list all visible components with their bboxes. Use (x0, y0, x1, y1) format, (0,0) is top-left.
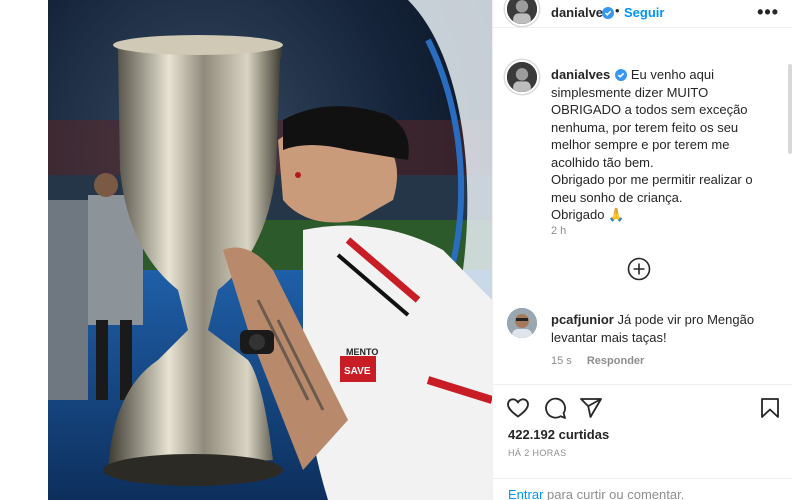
post-photo[interactable]: MENTO SAVE (48, 0, 492, 500)
follow-button[interactable]: Seguir (624, 5, 664, 20)
header-separator: • (615, 3, 620, 18)
caption-line-1: Eu venho aqui (630, 67, 715, 82)
post-header: danialves • Seguir ••• (493, 0, 793, 28)
caption-line-3: OBRIGADO a todos sem exceção (551, 102, 748, 117)
caption-line-8: meu sonho de criança. (551, 189, 683, 205)
caption-text: danialves Eu venho aqui simplesmente diz… (551, 66, 765, 224)
login-link[interactable]: Entrar (508, 487, 543, 500)
login-prompt: Entrar para curtir ou comentar. (493, 478, 793, 500)
left-gutter (0, 0, 48, 500)
caption-line-5: melhor sempre e por terem me (551, 137, 730, 152)
caption-line-7: Obrigado por me permitir realizar o (551, 172, 753, 187)
shirt-sponsor-bottom: SAVE (344, 366, 371, 377)
commenter-username[interactable]: pcafjunior (551, 312, 614, 327)
caption-avatar[interactable] (505, 60, 539, 94)
comment-line-2: levantar mais taças! (551, 329, 667, 345)
heart-icon[interactable] (506, 396, 530, 420)
caption-line-9: Obrigado 🙏 (551, 207, 625, 222)
author-avatar[interactable] (505, 0, 539, 26)
commenter-avatar[interactable] (507, 308, 537, 338)
post-age[interactable]: HÁ 2 HORAS (508, 448, 567, 458)
verified-badge-icon (615, 69, 628, 81)
reply-button[interactable]: Responder (587, 355, 644, 367)
bookmark-icon[interactable] (758, 396, 782, 420)
caption-line-4: nenhuma, por terem feito os seu (551, 119, 739, 135)
caption-timestamp[interactable]: 2 h (551, 225, 566, 237)
likes-count[interactable]: 422.192 curtidas (508, 427, 609, 442)
caption-line-6: acolhido tão bem. (551, 154, 654, 170)
caption-username[interactable]: danialves (551, 67, 610, 82)
right-gutter (792, 0, 800, 500)
caption-line-2: simplesmente dizer MUITO (551, 84, 709, 100)
trophy-photo-illustration: MENTO SAVE (48, 0, 492, 500)
login-prompt-text: para curtir ou comentar. (543, 487, 685, 500)
plus-circle-icon[interactable] (627, 257, 651, 281)
more-options-icon[interactable]: ••• (757, 2, 779, 23)
verified-badge-icon (602, 7, 614, 19)
paper-plane-icon[interactable] (579, 396, 603, 420)
comment-bubble-icon[interactable] (543, 396, 567, 420)
post-side-panel: danialves • Seguir ••• danialves Eu venh… (492, 0, 793, 500)
comment-line-1: Já pode vir pro Mengão (617, 312, 755, 327)
comment-meta: 15 s Responder (551, 355, 644, 367)
comment-text: pcafjunior Já pode vir pro Mengão levant… (551, 311, 771, 346)
comment-timestamp[interactable]: 15 s (551, 355, 572, 367)
shirt-sponsor-top: MENTO (346, 347, 378, 357)
actions-bar: 422.192 curtidas (493, 384, 793, 444)
